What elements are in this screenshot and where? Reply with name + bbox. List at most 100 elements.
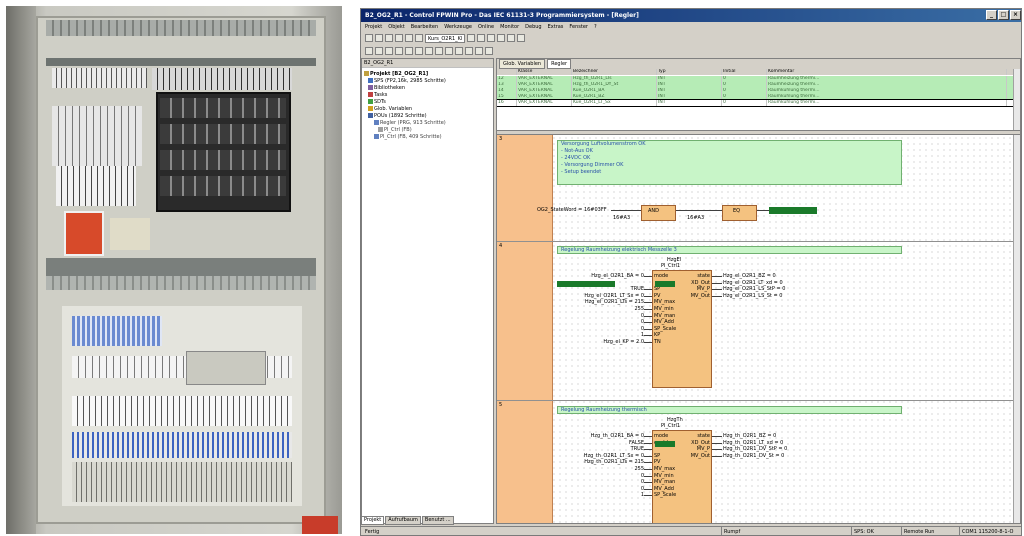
- fbd-icon[interactable]: [415, 47, 423, 55]
- fb-input-value[interactable]: FALSE: [629, 440, 644, 446]
- stop-icon[interactable]: [475, 47, 483, 55]
- fb-input-value[interactable]: Hzg_el_KP = 2.0: [603, 339, 644, 345]
- copy-icon[interactable]: [415, 34, 423, 42]
- tree-item-global-vars[interactable]: Glob. Variablen: [368, 106, 412, 113]
- pin-highlight[interactable]: [655, 441, 675, 447]
- fb-input-value[interactable]: Hzg_el_O2R1_BA = 0: [591, 273, 644, 279]
- pin-highlight[interactable]: [655, 281, 675, 287]
- open-icon[interactable]: [375, 34, 383, 42]
- fb-input-value[interactable]: Hzg_th_O2R1_BA = 0: [591, 433, 644, 439]
- download-icon[interactable]: [445, 47, 453, 55]
- col-bezeichner[interactable]: Bezeichner: [572, 69, 657, 75]
- tab-glob-variablen[interactable]: Glob. Variablen: [499, 59, 546, 69]
- monitor-icon[interactable]: [435, 47, 443, 55]
- menu-help[interactable]: ?: [594, 22, 597, 32]
- fb-output-value[interactable]: Hzg_th_O2R1_BZ = 0: [723, 433, 776, 439]
- undo-icon[interactable]: [477, 34, 486, 42]
- compile-icon[interactable]: [467, 34, 476, 42]
- fb-output-value[interactable]: Hzg_th_O2R1_LT_xd = 0: [723, 440, 783, 446]
- menu-extras[interactable]: Extras: [548, 22, 564, 32]
- network-3-band[interactable]: 3: [497, 135, 553, 241]
- col-kommentar[interactable]: Kommentar: [767, 69, 1007, 75]
- fb-output-value[interactable]: Hzg_el_O2R1_LT_xd = 0: [723, 280, 783, 286]
- fb-input-value[interactable]: Hzg_th_O2R1_LT_Sx = 0: [584, 453, 644, 459]
- tab-aufrufbaum[interactable]: Aufrufbaum: [385, 516, 421, 525]
- network-4-band[interactable]: 4: [497, 242, 553, 400]
- close-button[interactable]: ×: [1010, 10, 1021, 20]
- eq-block[interactable]: EQ: [722, 205, 757, 221]
- fb-input-value[interactable]: Hzg_el_O2R1_LTs = 215: [585, 299, 644, 305]
- fb-output-value[interactable]: Hzg_th_O2R1_DV_StP = 0: [723, 446, 787, 452]
- wire: [712, 289, 722, 291]
- col-initial[interactable]: Initial: [722, 69, 767, 75]
- menu-debug[interactable]: Debug: [525, 22, 541, 32]
- ld-contact-icon[interactable]: [365, 47, 373, 55]
- table-row[interactable]: 16 VAR_EXTERNAL Kue_O2R1_LT_Sx INT 0 Raumkühl…: [497, 99, 1018, 107]
- ld-box-icon[interactable]: [385, 47, 393, 55]
- network-4-comment[interactable]: Regelung Raumheizung elektrisch Messzell…: [557, 246, 902, 254]
- st-icon[interactable]: [425, 47, 433, 55]
- minimize-button[interactable]: _: [986, 10, 997, 20]
- col-typ[interactable]: Typ: [657, 69, 722, 75]
- cut-icon[interactable]: [405, 34, 413, 42]
- maximize-button[interactable]: □: [998, 10, 1009, 20]
- fb-input-value[interactable]: 255: [634, 466, 644, 472]
- output-coil-highlight[interactable]: [769, 207, 817, 214]
- tab-projekt[interactable]: Projekt: [361, 516, 385, 525]
- fb-output-value[interactable]: Hzg_el_O2R1_LS_St = 0: [723, 293, 782, 299]
- fb-input-value[interactable]: TRUE: [631, 286, 644, 292]
- network-5-band[interactable]: 5: [497, 401, 553, 523]
- find-icon[interactable]: [497, 34, 506, 42]
- fb-input-value[interactable]: Hzg_el_O2R1_LT_Sx = 0: [584, 293, 644, 299]
- network-5-comment[interactable]: Regelung Raumheizung thermisch: [557, 406, 902, 414]
- wire: [712, 436, 722, 437]
- help-icon[interactable]: [517, 34, 526, 42]
- tab-benutzt[interactable]: Benutzt ...: [421, 516, 454, 525]
- pou-select[interactable]: Kurs_O2R1_Kl: [425, 33, 466, 43]
- wire: [644, 295, 652, 297]
- menu-objekt[interactable]: Objekt: [388, 22, 404, 32]
- tree-item-sdts[interactable]: SDTs: [368, 99, 386, 106]
- menu-monitor[interactable]: Monitor: [500, 22, 519, 32]
- ld-branch-icon[interactable]: [395, 47, 403, 55]
- upload-icon[interactable]: [455, 47, 463, 55]
- menu-werkzeuge[interactable]: Werkzeuge: [444, 22, 472, 32]
- tree-item-tasks[interactable]: Tasks: [368, 92, 387, 99]
- tab-regler[interactable]: Regler: [547, 59, 572, 69]
- ld-coil-icon[interactable]: [375, 47, 383, 55]
- tree-item-pi-ctrl[interactable]: PI_Ctrl (FB): [378, 127, 412, 134]
- wire: [644, 462, 652, 464]
- save-icon[interactable]: [385, 34, 393, 42]
- tree-item-pi-ctrl-fb[interactable]: PI_Ctrl (FB, 409 Schritte): [374, 134, 442, 141]
- menu-online[interactable]: Online: [478, 22, 494, 32]
- tree-item-pous[interactable]: POUs (1892 Schritte): [368, 113, 427, 120]
- fb-output-value[interactable]: Hzg_el_O2R1_LS_StP = 0: [723, 286, 785, 292]
- col-klasse[interactable]: Klasse: [517, 69, 572, 75]
- zoom-icon[interactable]: [485, 47, 493, 55]
- new-icon[interactable]: [365, 34, 373, 42]
- menu-fenster[interactable]: Fenster: [569, 22, 588, 32]
- run-icon[interactable]: [465, 47, 473, 55]
- input-highlight[interactable]: [557, 281, 615, 287]
- tree-item-project[interactable]: Projekt [B2_OG2_R1]: [364, 71, 428, 78]
- tree-item-sps[interactable]: SPS (FP2,16k, 2985 Schritte): [368, 78, 446, 85]
- tree-item-regler[interactable]: Regler (PRG, 913 Schritte): [374, 120, 446, 127]
- var-table-scrollbar[interactable]: [1013, 69, 1020, 130]
- menu-projekt[interactable]: Projekt: [365, 22, 382, 32]
- fb-input-value[interactable]: TRUE: [631, 446, 644, 452]
- wire: [712, 276, 722, 277]
- menu-bearbeiten[interactable]: Bearbeiten: [411, 22, 438, 32]
- network-icon[interactable]: [405, 47, 413, 55]
- editor-scrollbar[interactable]: [1013, 135, 1020, 523]
- network-3-comment[interactable]: Versorgung Luftvolumenstrom OK - Not-Aus…: [557, 140, 902, 185]
- and-block[interactable]: AND: [641, 205, 676, 221]
- online-icon[interactable]: [507, 34, 516, 42]
- fb-output-value[interactable]: Hzg_el_O2R1_BZ = 0: [723, 273, 776, 279]
- print-icon[interactable]: [395, 34, 403, 42]
- fb-output-value[interactable]: Hzg_th_O2R1_DV_St = 0: [723, 453, 784, 459]
- fb-input-value[interactable]: Hzg_th_O2R1_LTs = 215: [584, 459, 644, 465]
- fb-input-value[interactable]: 255: [634, 306, 644, 312]
- tree-item-libraries[interactable]: Bibliotheken: [368, 85, 405, 92]
- redo-icon[interactable]: [487, 34, 496, 42]
- ld-editor[interactable]: 3 Versorgung Luftvolumenstrom OK - Not-A…: [497, 135, 1015, 523]
